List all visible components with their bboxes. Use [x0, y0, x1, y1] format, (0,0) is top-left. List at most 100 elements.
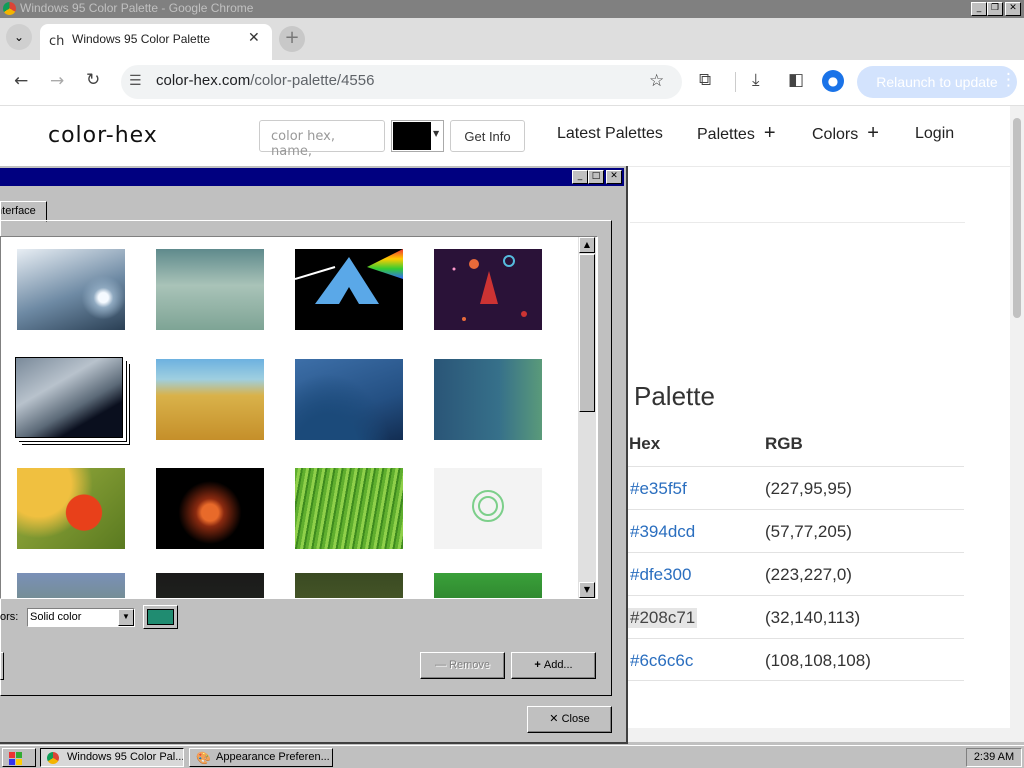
close-window-button[interactable]: ✕ [1005, 2, 1021, 16]
reload-icon[interactable]: ↻ [86, 70, 100, 90]
table-row: #208c71 (32,140,113) [626, 595, 964, 638]
new-tab-button[interactable]: + [279, 26, 305, 52]
forward-arrow-icon[interactable]: → [50, 71, 64, 91]
table-row: #e35f5f (227,95,95) [626, 466, 964, 509]
plus-icon: + [763, 122, 776, 144]
nav-latest-palettes[interactable]: Latest Palettes [557, 125, 663, 143]
taskbar-clock: 2:39 AM [966, 748, 1022, 767]
plus-icon: + [867, 122, 879, 144]
wallpaper-thumbnail[interactable] [17, 468, 125, 549]
hex-link[interactable]: #394dcd [628, 522, 697, 542]
chrome-logo-icon [47, 752, 59, 764]
taskbar-button-appearance[interactable]: 🎨 Appearance Preferen... [189, 748, 333, 767]
prism-arch-image [295, 249, 403, 304]
select-arrow-icon[interactable]: ▼ [118, 609, 134, 626]
restore-button[interactable]: ❐ [987, 2, 1003, 16]
download-icon[interactable]: ⤓ [752, 70, 760, 90]
chevron-down-icon: ⌄ [13, 30, 25, 44]
url-text[interactable]: color-hex.com/color-palette/4556 [156, 72, 374, 89]
table-row: #394dcd (57,77,205) [626, 509, 964, 552]
wallpaper-thumbnail-selected[interactable] [15, 357, 123, 438]
wallpaper-thumbnail[interactable] [434, 359, 542, 440]
relaunch-button[interactable]: Relaunch to update [857, 66, 1017, 98]
nav-login[interactable]: Login [915, 125, 954, 143]
rgb-value: (227,95,95) [765, 479, 852, 498]
wallpaper-thumbnail[interactable] [156, 573, 264, 598]
chrome-menu-icon[interactable]: ⋮ [1000, 70, 1017, 90]
plus-icon: + [534, 659, 544, 671]
bookmark-star-icon[interactable]: ☆ [649, 71, 664, 91]
space-rocket-image [452, 255, 527, 321]
color-picker-dropdown[interactable]: ▼ [391, 120, 444, 152]
hex-link[interactable]: #e35f5f [628, 479, 689, 499]
wallpaper-thumbnail[interactable] [434, 249, 542, 330]
wallpaper-gallery [0, 236, 598, 599]
appearance-prefs-icon: 🎨 [196, 751, 211, 765]
wallpaper-thumbnail[interactable] [156, 359, 264, 440]
wallpaper-thumbnail[interactable] [295, 468, 403, 549]
gallery-scrollbar[interactable]: ▲ ▼ [578, 237, 596, 598]
color-search-input[interactable]: color hex, name, [259, 120, 385, 159]
palette-title: Palette [634, 381, 715, 411]
dialog-close-button[interactable]: ✕ [606, 170, 622, 184]
rgb-value: (108,108,108) [765, 651, 871, 670]
close-icon: ✕ [549, 713, 562, 725]
wallpaper-thumbnail[interactable] [156, 468, 264, 549]
wallpaper-thumbnail[interactable] [17, 573, 125, 598]
side-panel-icon[interactable]: ◧ [788, 70, 804, 90]
wallpaper-thumbnail[interactable] [295, 573, 403, 598]
wallpaper-thumbnail[interactable] [295, 249, 403, 330]
nav-colors[interactable]: Colors + [812, 122, 879, 144]
hex-column-header: Hex [629, 434, 661, 453]
wallpaper-thumbnail[interactable] [156, 249, 264, 330]
address-bar[interactable]: ☰ color-hex.com/color-palette/4556 ☆ [121, 65, 682, 99]
content-divider [630, 222, 965, 223]
colors-select[interactable]: Solid color ▼ [27, 608, 135, 627]
dialog-maximize-button[interactable]: □ [588, 170, 604, 184]
wallpaper-thumbnail[interactable] [434, 468, 542, 549]
colors-label: ors: [0, 611, 19, 623]
add-button[interactable]: + Add... [511, 652, 596, 679]
wallpaper-thumbnail[interactable] [295, 359, 403, 440]
profile-avatar-icon[interactable]: ● [822, 70, 844, 92]
gallery-scroll-thumb[interactable] [579, 254, 595, 412]
appearance-preferences-dialog: _ □ ✕ Interface ▲ ▼ o [0, 166, 628, 744]
scrollbar-thumb[interactable] [1013, 118, 1021, 318]
dialog-minimize-button[interactable]: _ [572, 170, 588, 184]
scroll-up-arrow-icon[interactable]: ▲ [579, 237, 595, 253]
tab-interface[interactable]: Interface [0, 201, 47, 222]
window-title-bar: Windows 95 Color Palette - Google Chrome… [0, 0, 1024, 18]
start-button[interactable] [2, 748, 36, 767]
hex-link[interactable]: #6c6c6c [628, 651, 695, 671]
table-row: #6c6c6c (108,108,108) [626, 638, 964, 681]
rgb-value: (32,140,113) [765, 608, 861, 627]
scroll-down-arrow-icon[interactable]: ▼ [579, 582, 595, 598]
hex-link[interactable]: #208c71 [628, 608, 698, 628]
color-picker-button[interactable] [143, 605, 178, 629]
site-brand-logo[interactable]: color-hex [48, 123, 158, 148]
close-button[interactable]: ✕ Close [527, 706, 612, 733]
tab-favicon: ch [49, 34, 65, 49]
nav-palettes[interactable]: Palettes + [697, 122, 776, 144]
wallpaper-thumbnail[interactable] [434, 573, 542, 598]
chrome-logo-icon [3, 2, 16, 15]
extensions-icon[interactable]: ⧉ [699, 70, 711, 90]
back-arrow-icon[interactable]: ← [14, 71, 28, 91]
minimize-button[interactable]: _ [971, 2, 987, 16]
windows-flag-icon [9, 752, 15, 758]
tab-close-icon[interactable]: ✕ [248, 30, 260, 46]
dialog-title-bar: _ □ ✕ [0, 168, 624, 186]
partial-button[interactable] [0, 652, 4, 680]
wallpaper-thumbnail[interactable] [17, 249, 125, 330]
table-row: #dfe300 (223,227,0) [626, 552, 964, 595]
get-info-button[interactable]: Get Info [450, 120, 525, 152]
site-info-icon[interactable]: ☰ [129, 73, 142, 89]
taskbar-button-chrome[interactable]: Windows 95 Color Pal... [40, 748, 184, 767]
tab-search-button[interactable]: ⌄ [6, 24, 32, 50]
taskbar: Windows 95 Color Pal... 🎨 Appearance Pre… [0, 745, 1024, 768]
page-vertical-scrollbar[interactable] [1010, 106, 1024, 728]
dropdown-arrow-icon: ▼ [433, 129, 440, 138]
browser-tab[interactable]: ch Windows 95 Color Palette ✕ [40, 24, 272, 60]
remove-button[interactable]: — Remove [420, 652, 505, 679]
hex-link[interactable]: #dfe300 [628, 565, 693, 585]
